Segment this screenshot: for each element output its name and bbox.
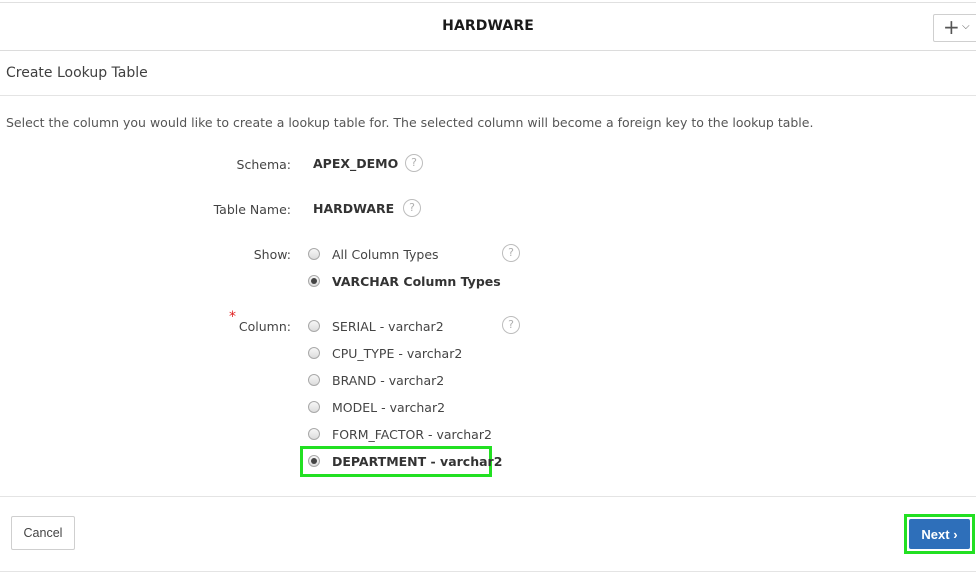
radio-button-selected[interactable] <box>308 275 320 287</box>
column-option-department[interactable]: DEPARTMENT - varchar2 <box>308 451 502 471</box>
add-menu-button[interactable]: + ⌵ <box>933 14 976 42</box>
next-button[interactable]: Next › <box>909 519 970 549</box>
instructions-text: Select the column you would like to crea… <box>6 115 814 130</box>
region-title: Create Lookup Table <box>6 65 148 81</box>
region-header: Create Lookup Table <box>0 50 976 96</box>
radio-label: VARCHAR Column Types <box>332 273 501 289</box>
column-option-brand[interactable]: BRAND - varchar2 <box>308 370 444 390</box>
radio-button[interactable] <box>308 428 320 440</box>
radio-button[interactable] <box>308 248 320 260</box>
radio-button[interactable] <box>308 320 320 332</box>
radio-label: DEPARTMENT - varchar2 <box>332 453 503 469</box>
schema-help-icon[interactable]: ? <box>405 154 423 172</box>
radio-label: BRAND - varchar2 <box>332 372 445 388</box>
next-button-label: Next <box>921 526 950 542</box>
table-name-help-icon[interactable]: ? <box>403 199 421 217</box>
show-option-varchar[interactable]: VARCHAR Column Types <box>308 271 501 291</box>
table-name-value: HARDWARE <box>313 201 395 216</box>
show-option-all[interactable]: All Column Types <box>308 244 439 264</box>
column-option-form-factor[interactable]: FORM_FACTOR - varchar2 <box>308 424 492 444</box>
radio-button[interactable] <box>308 374 320 386</box>
column-help-icon[interactable]: ? <box>502 316 520 334</box>
radio-label: All Column Types <box>332 246 439 262</box>
plus-icon: + <box>943 15 960 39</box>
chevron-right-icon: › <box>953 526 958 542</box>
radio-label: SERIAL - varchar2 <box>332 318 444 334</box>
schema-value: APEX_DEMO <box>313 156 399 171</box>
radio-button[interactable] <box>308 401 320 413</box>
column-label: Column: <box>238 319 291 334</box>
show-label: Show: <box>253 247 291 262</box>
column-option-serial[interactable]: SERIAL - varchar2 <box>308 316 444 336</box>
chevron-down-icon: ⌵ <box>962 21 970 32</box>
show-help-icon[interactable]: ? <box>502 244 520 262</box>
page-header-bar: HARDWARE + ⌵ <box>0 2 976 51</box>
column-option-cpu-type[interactable]: CPU_TYPE - varchar2 <box>308 343 462 363</box>
radio-label: MODEL - varchar2 <box>332 399 446 415</box>
schema-label: Schema: <box>236 157 291 172</box>
radio-label: CPU_TYPE - varchar2 <box>332 345 463 361</box>
column-option-model[interactable]: MODEL - varchar2 <box>308 397 445 417</box>
radio-label: FORM_FACTOR - varchar2 <box>332 426 492 442</box>
radio-button[interactable] <box>308 347 320 359</box>
next-button-highlight: Next › <box>904 514 975 554</box>
page-title: HARDWARE <box>442 18 534 34</box>
button-bar: Cancel Next › <box>0 496 976 572</box>
radio-button-selected[interactable] <box>308 455 320 467</box>
table-name-label: Table Name: <box>213 202 291 217</box>
cancel-button[interactable]: Cancel <box>11 516 75 550</box>
